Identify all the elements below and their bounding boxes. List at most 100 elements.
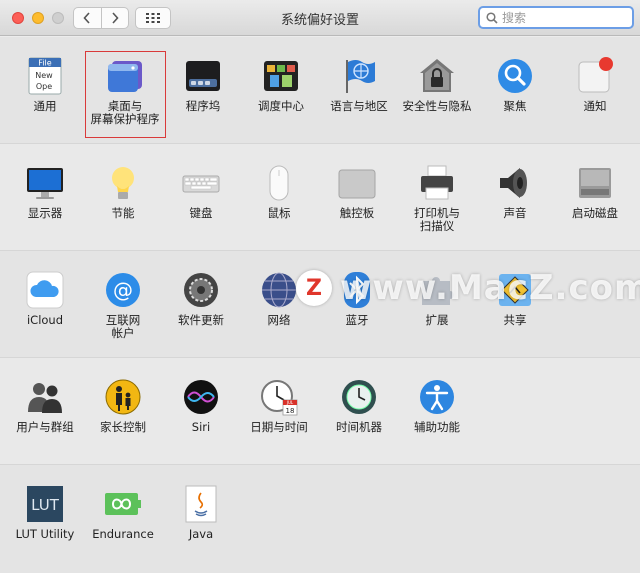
pane-energy-saver[interactable]: 节能 (84, 144, 162, 251)
pane-endurance[interactable]: Endurance (84, 465, 162, 572)
svg-text:@: @ (113, 278, 133, 302)
pane-printers-scanners[interactable]: 打印机与 扫描仪 (398, 144, 476, 251)
dock-icon (186, 61, 220, 91)
section-hardware: 显示器 节能 键盘 鼠标 触控板 打印机与 扫描仪 声音 启动磁盘 (0, 144, 640, 251)
section-system: 用户与群组 家长控制 Siri JUL 18 日期与时间 时间机器 辅助功能 (0, 358, 640, 465)
pane-label: 扩展 (425, 313, 449, 327)
pane-displays[interactable]: 显示器 (6, 144, 84, 251)
section-other: LUT LUT Utility Endurance Java (0, 465, 640, 573)
pane-label: 通知 (583, 99, 607, 113)
pane-mouse[interactable]: 鼠标 (240, 144, 318, 251)
search-field[interactable] (478, 6, 634, 29)
general-icon: File New Ope (28, 57, 62, 95)
pane-label: 键盘 (189, 206, 213, 220)
pane-label: 软件更新 (178, 313, 224, 327)
date-time-icon: JUL 18 (261, 380, 298, 416)
startup-disk-icon (579, 168, 611, 198)
title-bar: 系统偏好设置 (0, 0, 640, 36)
time-machine-icon (342, 380, 376, 414)
pane-label: 时间机器 (336, 420, 382, 434)
network-icon (262, 272, 296, 308)
pane-icloud[interactable]: iCloud (6, 251, 84, 358)
lut-utility-icon: LUT (27, 486, 63, 522)
java-icon (185, 485, 217, 523)
pane-date-time[interactable]: JUL 18 日期与时间 (240, 358, 318, 465)
pane-label: LUT Utility (15, 527, 75, 541)
pane-label: 日期与时间 (250, 420, 308, 434)
selection-highlight (85, 51, 166, 138)
internet-accounts-icon: @ (106, 273, 140, 307)
software-update-icon (184, 273, 218, 307)
lut-text: LUT (31, 496, 60, 514)
pane-lut-utility[interactable]: LUT LUT Utility (6, 465, 84, 572)
pane-parental-controls[interactable]: 家长控制 (84, 358, 162, 465)
pane-keyboard[interactable]: 键盘 (162, 144, 240, 251)
pane-label: 语言与地区 (330, 99, 388, 113)
pane-siri[interactable]: Siri (162, 358, 240, 465)
pane-software-update[interactable]: 软件更新 (162, 251, 240, 358)
parental-controls-icon (105, 379, 141, 415)
watermark-badge: Z (296, 270, 332, 306)
pane-label: 互联网 帐户 (105, 313, 141, 340)
pane-label: 用户与群组 (16, 420, 74, 434)
accessibility-icon (420, 380, 454, 414)
pane-notifications[interactable]: 通知 (556, 37, 634, 144)
spotlight-icon (498, 59, 532, 93)
pane-users-groups[interactable]: 用户与群组 (6, 358, 84, 465)
pane-sound[interactable]: 声音 (476, 144, 554, 251)
pane-general[interactable]: File New Ope 通用 (6, 37, 84, 144)
pane-language-region[interactable]: 语言与地区 (320, 37, 398, 144)
calendar-month-text: JUL (286, 400, 294, 405)
pane-dock[interactable]: 程序坞 (164, 37, 242, 144)
printers-scanners-icon (421, 165, 453, 200)
pane-label: 调度中心 (258, 99, 304, 113)
trackpad-icon (338, 169, 376, 199)
keyboard-icon (182, 175, 220, 193)
displays-icon (27, 168, 63, 199)
pane-label: Java (188, 527, 214, 541)
pane-mission-control[interactable]: 调度中心 (242, 37, 320, 144)
general-file-text: File (38, 59, 51, 68)
mouse-icon (269, 165, 289, 201)
energy-saver-icon (112, 167, 134, 199)
pane-label: 安全性与隐私 (402, 99, 472, 113)
mission-control-icon (264, 61, 298, 91)
language-region-icon (346, 60, 375, 93)
siri-icon (184, 380, 218, 414)
pane-label: 触控板 (339, 206, 375, 220)
pane-label: 显示器 (27, 206, 63, 220)
pane-label: 辅助功能 (414, 420, 460, 434)
pane-security-privacy[interactable]: 安全性与隐私 (398, 37, 476, 144)
pane-label: 网络 (267, 313, 291, 327)
pane-internet-accounts[interactable]: @ 互联网 帐户 (84, 251, 162, 358)
sound-icon (500, 168, 527, 198)
icloud-icon (26, 271, 64, 309)
pane-label: 家长控制 (100, 420, 146, 434)
pane-label: iCloud (26, 313, 64, 327)
pane-spotlight[interactable]: 聚焦 (476, 37, 554, 144)
pane-label: Endurance (92, 527, 154, 541)
pane-label: 共享 (503, 313, 527, 327)
general-open-text: Ope (36, 82, 52, 91)
pane-label: 节能 (111, 206, 135, 220)
users-groups-icon (28, 383, 62, 413)
pane-time-machine[interactable]: 时间机器 (320, 358, 398, 465)
pane-label: 蓝牙 (345, 313, 369, 327)
pane-label: 声音 (503, 206, 527, 220)
pane-java[interactable]: Java (162, 465, 240, 572)
pane-startup-disk[interactable]: 启动磁盘 (556, 144, 634, 251)
pane-label: 鼠标 (267, 206, 291, 220)
pane-label: 打印机与 扫描仪 (414, 206, 460, 233)
pane-label: 启动磁盘 (572, 206, 618, 220)
endurance-icon (105, 493, 141, 515)
pane-accessibility[interactable]: 辅助功能 (398, 358, 476, 465)
search-input[interactable] (502, 10, 622, 25)
pane-label: Siri (191, 420, 211, 434)
security-privacy-icon (420, 59, 454, 92)
watermark-text: www.MacZ.com (340, 268, 640, 308)
pane-label: 程序坞 (185, 99, 221, 113)
pane-label: 通用 (33, 99, 57, 113)
watermark: Z www.MacZ.com (296, 268, 640, 310)
pane-trackpad[interactable]: 触控板 (318, 144, 396, 251)
general-new-text: New (35, 71, 53, 80)
